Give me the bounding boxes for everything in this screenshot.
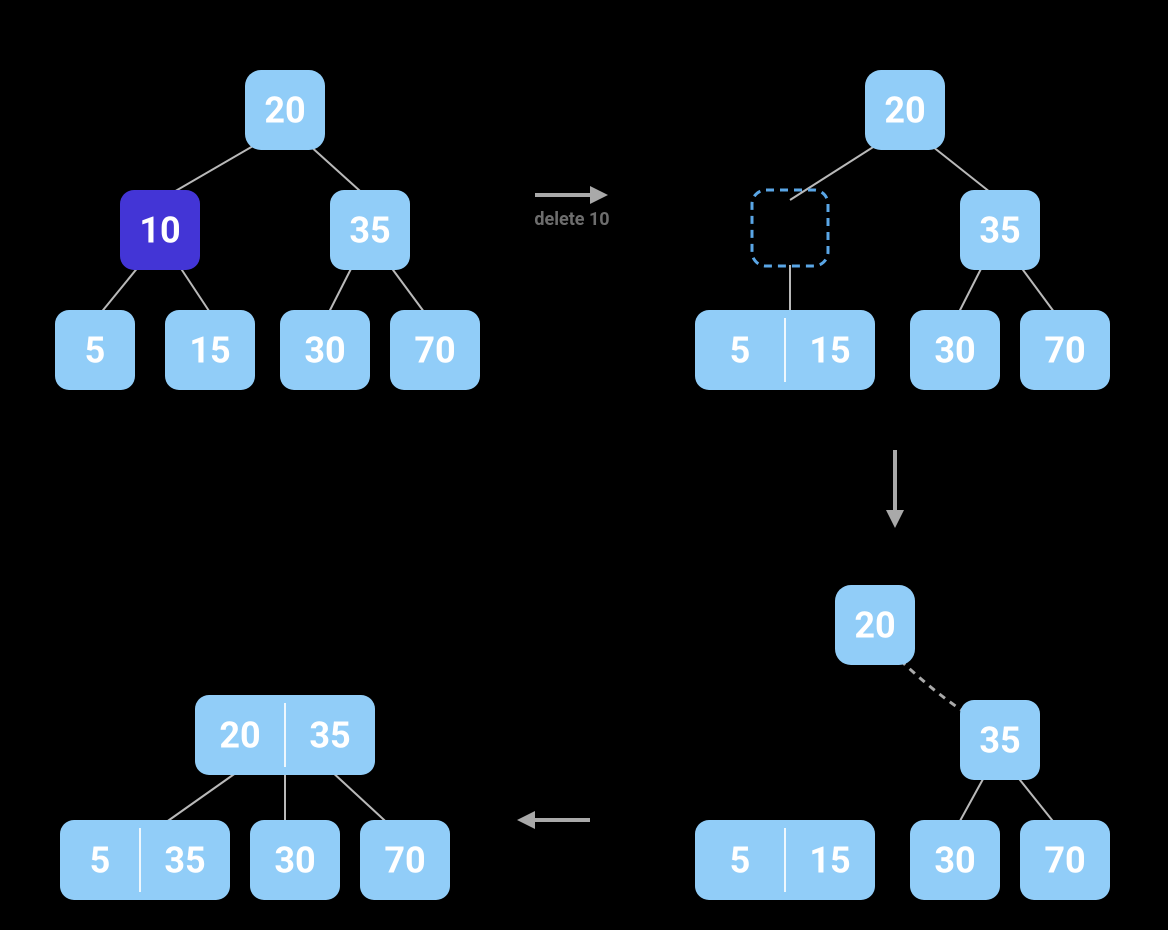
node-value: 20 [264,90,305,132]
node-value: 5 [730,330,751,372]
step4: 20 35 5 35 30 70 [60,695,450,900]
node-value: 35 [309,715,350,757]
node-value: 70 [414,330,455,372]
node-value: 70 [1044,840,1085,882]
node-value: 35 [979,210,1020,252]
node-value: 30 [934,330,975,372]
step3: 20 35 5 15 30 70 [695,585,1110,900]
node-value: 15 [809,330,850,372]
node-value: 5 [85,330,106,372]
node-value: 15 [809,840,850,882]
node-value: 35 [349,210,390,252]
node-value: 5 [90,840,111,882]
node-value: 5 [730,840,751,882]
node-value: 35 [164,840,205,882]
node-value: 20 [219,715,260,757]
node-value: 70 [1044,330,1085,372]
btree-delete-diagram: 20 10 35 5 15 30 70 delete 10 20 [0,0,1168,930]
node-value: 70 [384,840,425,882]
node-value: 10 [139,210,180,252]
arrow-caption: delete 10 [534,209,609,230]
arrow-down [886,450,904,528]
node-value: 30 [274,840,315,882]
node-value: 30 [304,330,345,372]
node-value: 15 [189,330,230,372]
arrow-right-1: delete 10 [534,186,609,230]
step2: 20 35 5 15 30 70 [695,70,1110,390]
node-value: 35 [979,720,1020,762]
step1: 20 10 35 5 15 30 70 [55,70,480,390]
deleted-slot [752,190,828,266]
node-value: 20 [854,605,895,647]
node-value: 20 [884,90,925,132]
arrow-left [517,811,590,829]
node-value: 30 [934,840,975,882]
